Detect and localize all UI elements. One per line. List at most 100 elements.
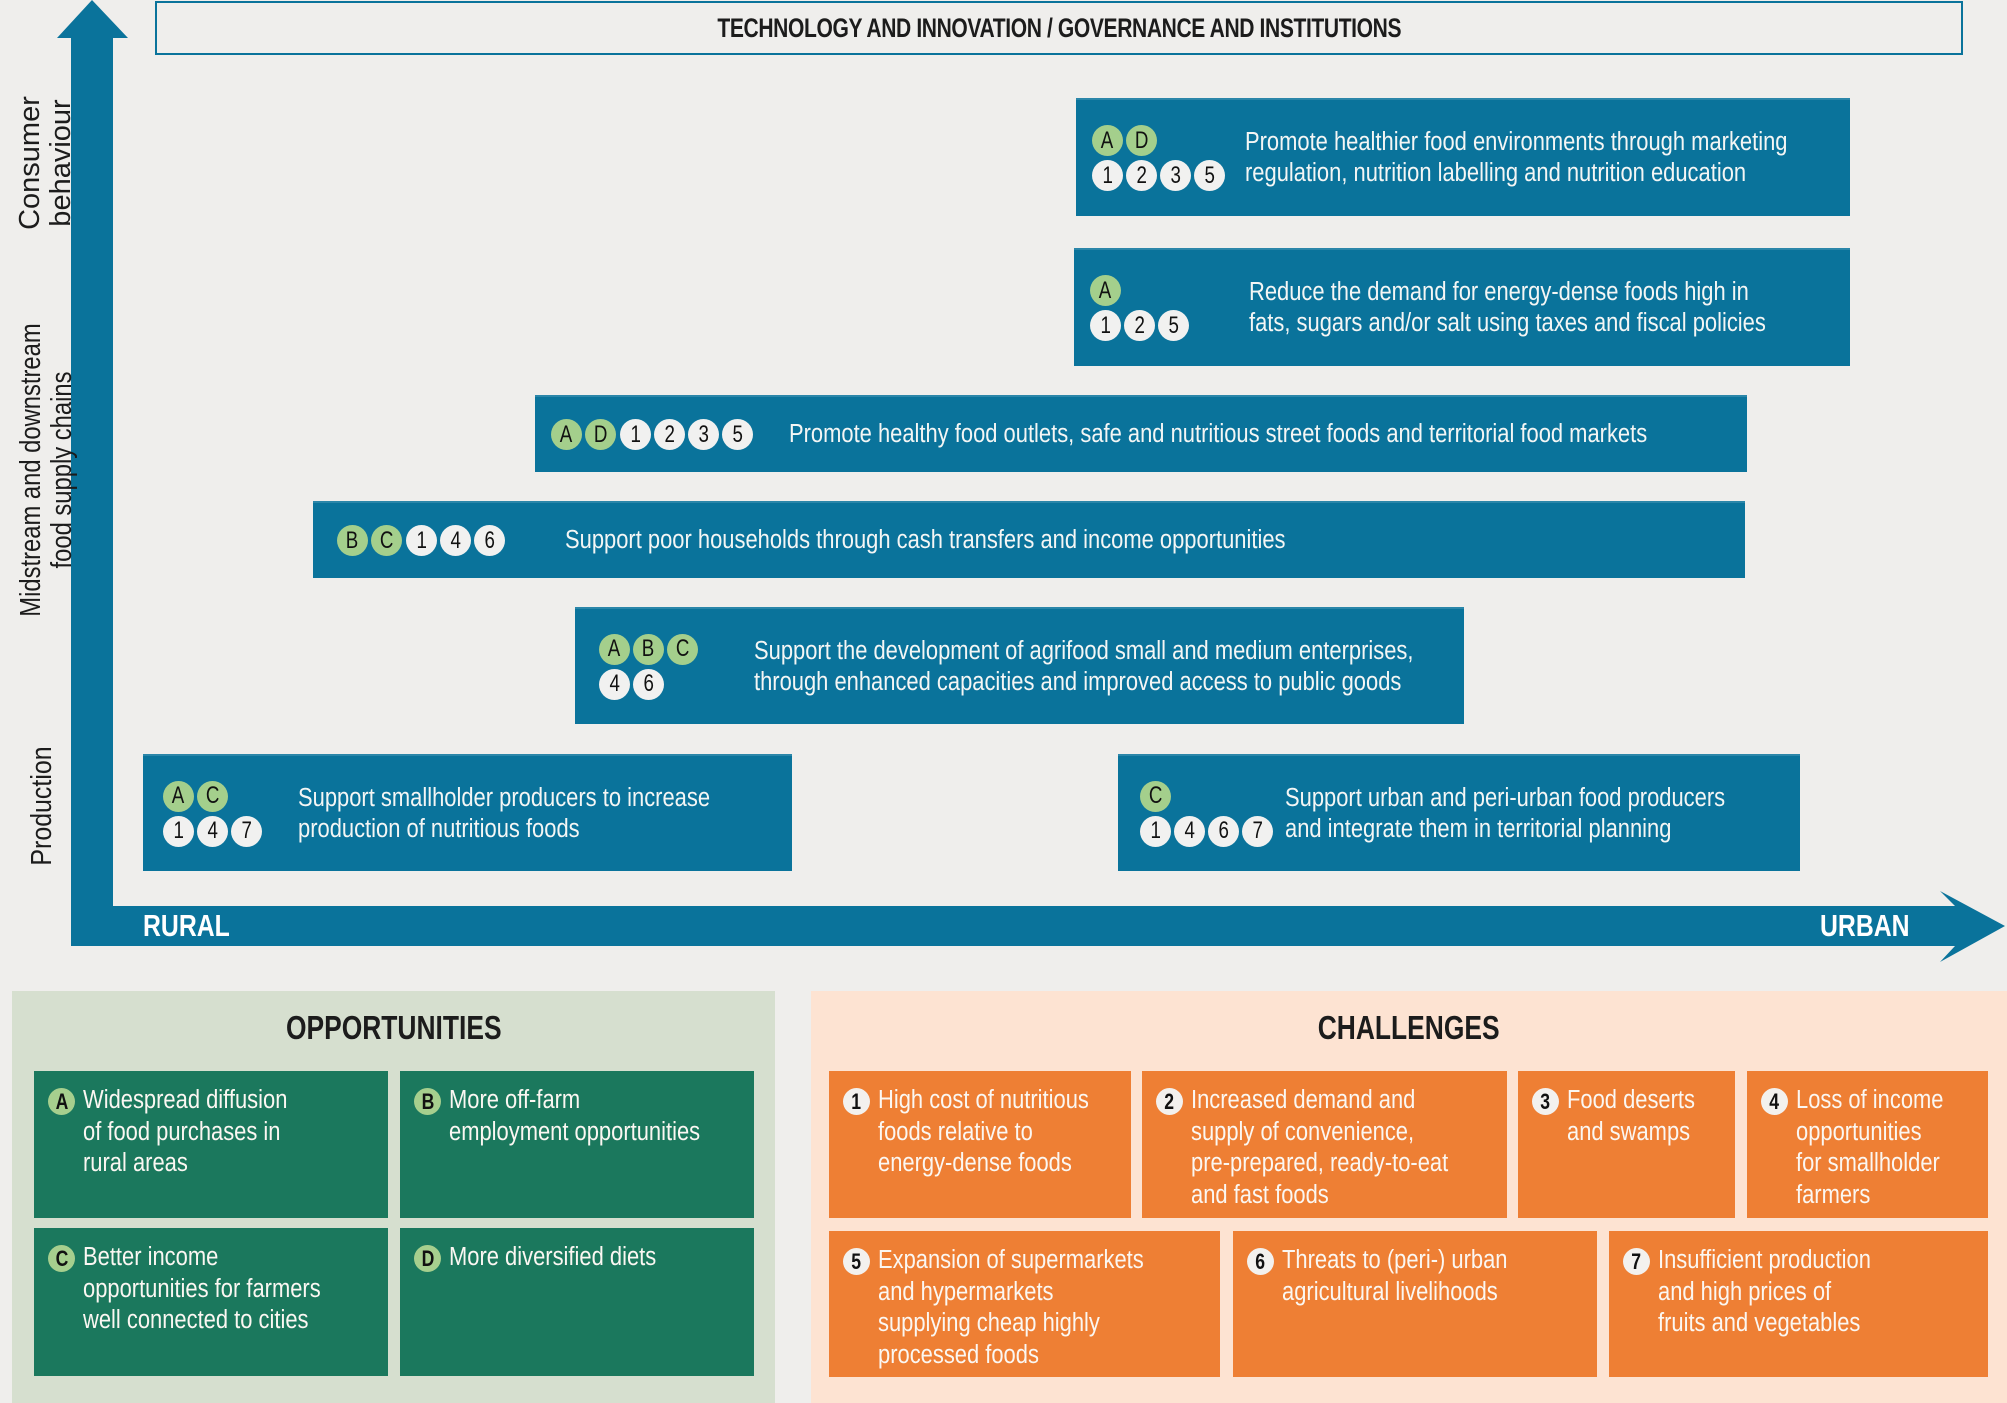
strategy-text-line: and integrate them in territorial planni…	[1285, 814, 1672, 843]
strategy-box: A D 1 2 3 5 Promote healthier food environment…	[1076, 98, 1850, 216]
badge-group: AD1235	[1092, 125, 1225, 191]
challenge-badge-4: 4	[1174, 815, 1205, 847]
strategy-box: C 1 4 6 7 Support urban and peri-urban food p…	[1118, 754, 1800, 871]
strategy-box: A D 1 2 3 5 Promote healthy food outlets, safe…	[535, 395, 1747, 472]
strategy-box: B C 1 4 6 Support poor households through cas…	[313, 501, 1745, 578]
strategy-text-line: Support the development of agrifood smal…	[754, 636, 1414, 665]
axis-label-consumer: Consumer behaviour	[14, 58, 79, 268]
badge-group: A 125	[1090, 275, 1189, 341]
axis-label-line: Midstream and downstream	[15, 323, 47, 617]
strategy-text-line: production of nutritious foods	[298, 814, 580, 843]
challenges-title: CHALLENGES	[1318, 1009, 1500, 1046]
strategy-text-line: Reduce the demand for energy-dense foods…	[1249, 278, 1749, 306]
cell-text-line: Expansion of supermarkets	[878, 1246, 1144, 1274]
cell-text-line: farmers	[1796, 1180, 1871, 1209]
challenge-badge-1: 1	[1140, 815, 1171, 847]
challenge-badge-5: 5	[1158, 310, 1189, 341]
cell-text: More diversified diets	[449, 1242, 690, 1274]
axis-label-rural: RURAL	[143, 908, 230, 943]
strategy-text: Support smallholder producers to increas…	[298, 783, 777, 845]
number-badge-icon: 6	[1247, 1248, 1274, 1275]
cell-text-line: supply of convenience,	[1191, 1117, 1415, 1146]
challenge-badge-7: 7	[1242, 815, 1273, 847]
number-badge-icon: 3	[1532, 1088, 1559, 1115]
cell-text: Loss of income opportunities for smallhold…	[1796, 1085, 1968, 1211]
challenge-badge-2: 2	[1126, 160, 1157, 191]
strategy-text-line: fats, sugars and/or salt using taxes and…	[1249, 309, 1766, 337]
cell-text: Expansion of supermarkets and hypermarket…	[878, 1245, 1187, 1371]
challenge-badge-6: 6	[1208, 815, 1239, 847]
challenge-6: 6 Threats to (peri-) urban agricultural li…	[1233, 1231, 1597, 1377]
cell-text: More off-farm employment opportunities	[449, 1085, 741, 1148]
axis-label-line: food supply chains	[46, 371, 78, 569]
cell-text-line: well connected to cities	[83, 1306, 309, 1334]
strategy-text-line: Support urban and peri-urban food produc…	[1285, 783, 1726, 812]
cell-text-line: High cost of nutritious	[878, 1086, 1089, 1114]
cell-text-line: for smallholder	[1796, 1149, 1940, 1177]
cell-text-line: employment opportunities	[449, 1117, 701, 1146]
challenge-badge-3: 3	[688, 419, 719, 450]
opportunity-C: C Better income opportunities for farmers w…	[34, 1228, 388, 1376]
number-badge-icon: 5	[843, 1248, 870, 1275]
challenge-3: 3 Food deserts and swamps	[1518, 1071, 1735, 1218]
opportunity-D: D More diversified diets	[400, 1228, 754, 1376]
strategy-text-line: Support smallholder producers to increas…	[298, 783, 711, 812]
number-badge-icon: 4	[1761, 1088, 1788, 1115]
challenges-panel: CHALLENGES 1 High cost of nutritious foods…	[811, 991, 2007, 1403]
challenge-badge-7: 7	[231, 815, 262, 847]
axis-label-urban: URBAN	[1820, 908, 1910, 943]
challenge-5: 5 Expansion of supermarkets and hypermarke…	[829, 1231, 1220, 1377]
badge-group: C1467	[1140, 780, 1273, 847]
cell-text-line: opportunities for farmers	[83, 1274, 321, 1303]
strategy-text: Promote healthier food environments thro…	[1245, 127, 1876, 189]
strategy-box: A B C 4 6 Support the development of agrifood…	[575, 607, 1464, 724]
cell-text-line: of food purchases in	[83, 1117, 281, 1146]
strategy-text-line: Support poor households through cash tra…	[565, 526, 1286, 554]
opportunity-badge-A: A	[1092, 125, 1123, 156]
opportunity-badge-A: A	[1090, 275, 1121, 306]
opportunity-badge-C: C	[371, 525, 402, 556]
challenge-badge-2: 2	[1124, 310, 1155, 341]
strategy-text: Reduce the demand for energy-dense foods…	[1249, 277, 1850, 339]
strategy-text-line: Promote healthier food environments thro…	[1245, 128, 1788, 156]
strategy-text-line: through enhanced capacities and improved…	[754, 667, 1402, 696]
opportunities-panel: OPPORTUNITIES A Widespread diffusion of fo…	[12, 991, 775, 1403]
cell-text-line: supplying cheap highly	[878, 1309, 1100, 1337]
badge-group: AD1235	[551, 419, 753, 450]
opportunity-A: A Widespread diffusion of food purchases i…	[34, 1071, 388, 1218]
axis-label-supply-chains: Midstream and downstream food supply cha…	[15, 290, 80, 650]
badge-group: BC146	[337, 525, 505, 556]
cell-text-line: opportunities	[1796, 1117, 1922, 1146]
challenge-badge-4: 4	[197, 815, 228, 847]
strategy-text: Support urban and peri-urban food produc…	[1285, 783, 1797, 845]
strategy-text: Support the development of agrifood smal…	[754, 636, 1521, 698]
letter-badge-icon: C	[48, 1245, 75, 1272]
challenge-badge-5: 5	[1194, 160, 1225, 191]
strategy-text-line: regulation, nutrition labelling and nutr…	[1245, 159, 1747, 187]
opportunity-B: B More off-farm employment opportunities	[400, 1071, 754, 1218]
opportunity-badge-A: A	[551, 419, 582, 450]
cell-text-line: agricultural livelihoods	[1282, 1277, 1498, 1306]
letter-badge-icon: B	[414, 1088, 441, 1115]
cell-text-line: pre-prepared, ready-to-eat	[1191, 1149, 1449, 1177]
opportunities-title: OPPORTUNITIES	[285, 1009, 502, 1046]
strategy-box: A 1 2 5 Reduce the demand for energy-dense f…	[1074, 248, 1850, 366]
cell-text-line: Threats to (peri-) urban	[1282, 1246, 1508, 1274]
badge-group: AC147	[163, 780, 262, 847]
cell-text-line: Widespread diffusion	[83, 1086, 288, 1114]
cell-text-line: Loss of income	[1796, 1086, 1944, 1114]
strategy-text-line: Promote healthy food outlets, safe and n…	[789, 420, 1648, 448]
challenge-2: 2 Increased demand and supply of convenien…	[1142, 1071, 1507, 1218]
cell-text-line: and hypermarkets	[878, 1277, 1054, 1306]
cell-text: Threats to (peri-) urban agricultural liv…	[1282, 1245, 1544, 1308]
opportunity-badge-C: C	[667, 633, 698, 665]
opportunity-badge-D: D	[585, 419, 616, 450]
cell-text-line: and swamps	[1567, 1117, 1691, 1146]
challenge-badge-5: 5	[722, 419, 753, 450]
challenge-badge-1: 1	[406, 525, 437, 556]
opportunity-badge-A: A	[163, 780, 194, 812]
challenge-badge-2: 2	[654, 419, 685, 450]
challenge-badge-4: 4	[440, 525, 471, 556]
axis-label-line: Production	[26, 746, 58, 866]
cell-text-line: processed foods	[878, 1340, 1039, 1369]
